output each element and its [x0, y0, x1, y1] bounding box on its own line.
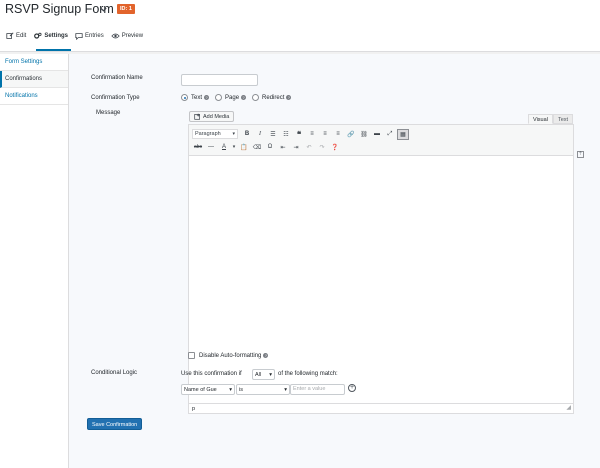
help-icon[interactable]: ? — [241, 95, 247, 100]
rule-operator-select[interactable]: is ▾ — [236, 384, 290, 395]
conditional-prefix-text: Use this confirmation if — [181, 371, 242, 377]
tab-entries-label: Entries — [85, 33, 104, 39]
rule-field-value: Name of Gue — [184, 386, 217, 393]
radio-type-text-label: Text — [191, 94, 203, 101]
bold-icon[interactable]: B — [241, 129, 253, 140]
settings-sidebar: Form Settings Confirmations Notification… — [0, 54, 69, 468]
redo-icon[interactable]: ↷ — [316, 142, 328, 153]
chevron-down-icon: ▾ — [269, 371, 272, 378]
help-icon[interactable]: ? — [204, 95, 210, 100]
tab-text[interactable]: Text — [553, 114, 574, 124]
match-type-value: All — [255, 371, 262, 378]
tab-preview[interactable]: Preview — [111, 28, 143, 44]
tab-visual[interactable]: Visual — [528, 114, 553, 124]
chevron-down-icon[interactable]: ▾ — [231, 142, 237, 153]
radio-type-redirect-label: Redirect — [262, 94, 285, 101]
disable-autoformat-text: Disable Auto-formatting — [199, 353, 262, 359]
align-center-icon[interactable]: ≡ — [319, 129, 331, 140]
blockquote-icon[interactable]: ❝ — [293, 129, 305, 140]
form-tabs: Edit Settings Entries Preview — [6, 28, 150, 44]
add-media-label: Add Media — [203, 113, 230, 120]
toolbar-toggle-icon[interactable]: ▦ — [397, 128, 409, 140]
resize-handle-icon[interactable]: ◢ — [566, 403, 571, 413]
form-header: RSVP Signup Form ID: 1 Edit Settings Ent… — [0, 0, 600, 52]
save-confirmation-button[interactable]: Save Confirmation — [87, 418, 143, 430]
rule-operator-value: is — [239, 386, 243, 393]
tab-preview-label: Preview — [121, 33, 144, 39]
editor-content-area[interactable] — [189, 156, 573, 403]
form-id-badge: ID: 1 — [117, 4, 135, 14]
radio-type-text[interactable] — [181, 94, 188, 101]
numbered-list-icon[interactable]: ☷ — [280, 129, 292, 140]
align-left-icon[interactable]: ≡ — [306, 129, 318, 140]
radio-type-page-label: Page — [225, 94, 240, 101]
rule-field-select[interactable]: Name of Gue ▾ — [181, 384, 235, 395]
unlink-icon[interactable]: ⛓ — [358, 129, 370, 140]
confirmation-type-label: Confirmation Type — [91, 95, 140, 101]
sidebar-item-confirmations[interactable]: Confirmations — [0, 71, 68, 88]
read-more-icon[interactable]: ▬ — [371, 129, 383, 140]
strikethrough-icon[interactable]: abc — [192, 142, 204, 153]
add-rule-icon[interactable]: + — [348, 384, 356, 392]
clear-formatting-icon[interactable]: ⌫ — [251, 142, 263, 153]
special-character-icon[interactable]: Ω — [264, 142, 276, 153]
sidebar-item-notifications[interactable]: Notifications — [0, 88, 68, 105]
match-type-select[interactable]: All ▾ — [252, 369, 275, 380]
tab-settings-label: Settings — [44, 33, 69, 39]
chevron-down-icon: ▾ — [284, 386, 287, 393]
editor-statusbar: p ◢ — [189, 403, 573, 413]
radio-type-redirect[interactable] — [252, 94, 260, 101]
bullet-list-icon[interactable]: ☰ — [267, 129, 279, 140]
merge-tag-icon[interactable]: ⇡ — [577, 151, 584, 158]
gear-icon — [34, 32, 42, 39]
paste-text-icon[interactable]: 📋 — [238, 142, 250, 153]
add-media-button[interactable]: Add Media — [189, 111, 235, 122]
undo-icon[interactable]: ↶ — [303, 142, 315, 153]
toolbar-row-1: Paragraph ▾ B I ☰ ☷ ❝ ≡ ≡ ≡ 🔗 ⛓ ▬ ⤢ ▦ — [192, 128, 410, 140]
conditional-suffix-text: of the following match: — [278, 371, 338, 377]
horizontal-line-icon[interactable]: — — [205, 142, 217, 153]
eye-icon — [111, 33, 120, 39]
toolbar-row-2: abc — A ▾ 📋 ⌫ Ω ⇤ ⇥ ↶ ↷ ❓ — [192, 141, 342, 153]
text-color-icon[interactable]: A — [218, 142, 230, 153]
confirmation-name-input[interactable] — [181, 74, 258, 86]
confirmation-name-label: Confirmation Name — [91, 75, 143, 81]
sidebar-item-form-settings[interactable]: Form Settings — [0, 54, 68, 71]
disable-autoformat-label: Disable Auto-formatting? — [199, 353, 274, 359]
editor-path: p — [192, 406, 196, 412]
chevron-down-icon: ▾ — [232, 131, 235, 137]
radio-type-page[interactable] — [215, 94, 223, 101]
active-tab-indicator — [36, 49, 71, 51]
fullscreen-icon[interactable]: ⤢ — [384, 129, 396, 140]
format-select-value: Paragraph — [195, 131, 221, 137]
chat-bubble-icon — [75, 33, 83, 40]
tab-edit[interactable]: Edit — [6, 28, 26, 44]
form-title: RSVP Signup Form — [5, 2, 114, 16]
message-editor[interactable]: Paragraph ▾ B I ☰ ☷ ❝ ≡ ≡ ≡ 🔗 ⛓ ▬ ⤢ ▦ abc — [188, 124, 574, 414]
rule-value-input[interactable]: Enter a value — [290, 384, 345, 395]
add-media-icon — [194, 113, 200, 120]
chevron-down-icon: ▾ — [229, 386, 232, 393]
confirmation-settings-panel: Confirmation Name Confirmation Type Text… — [69, 54, 600, 468]
message-label: Message — [96, 110, 121, 116]
conditional-logic-label: Conditional Logic — [91, 370, 138, 376]
italic-icon[interactable]: I — [254, 129, 266, 140]
main-area: Form Settings Confirmations Notification… — [0, 54, 600, 468]
confirmation-type-group: Text ? Page ? Redirect ? — [181, 94, 297, 101]
help-icon[interactable]: ? — [263, 353, 269, 358]
editor-toolbar: Paragraph ▾ B I ☰ ☷ ❝ ≡ ≡ ≡ 🔗 ⛓ ▬ ⤢ ▦ abc — [189, 125, 573, 156]
outdent-icon[interactable]: ⇤ — [277, 142, 289, 153]
help-icon[interactable]: ❓ — [329, 142, 341, 153]
chevron-down-icon[interactable] — [99, 5, 108, 14]
disable-autoformat-checkbox[interactable] — [188, 352, 195, 359]
align-right-icon[interactable]: ≡ — [332, 129, 344, 140]
indent-icon[interactable]: ⇥ — [290, 142, 302, 153]
tab-entries[interactable]: Entries — [75, 28, 104, 44]
help-icon[interactable]: ? — [286, 95, 292, 100]
tab-settings[interactable]: Settings — [33, 28, 68, 44]
link-icon[interactable]: 🔗 — [345, 129, 357, 140]
edit-icon — [6, 32, 14, 39]
tab-edit-label: Edit — [16, 33, 27, 39]
format-select[interactable]: Paragraph ▾ — [192, 129, 238, 139]
